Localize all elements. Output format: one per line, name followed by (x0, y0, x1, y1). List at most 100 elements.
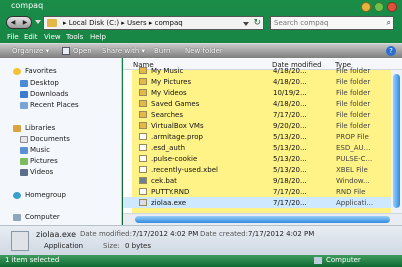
file-row[interactable]: Saved Games 4/18/20... File folder (123, 98, 402, 109)
nav-documents[interactable]: Documents (30, 135, 70, 143)
file-type: Applicati... (336, 199, 374, 207)
file-row[interactable]: .esd_auth 5/13/20... ESD_AU... (123, 142, 402, 153)
organize-button[interactable]: Organize ▾ (12, 47, 49, 55)
file-row[interactable]: ziolaa.exe 7/17/20... Applicati... (123, 197, 402, 208)
open-button[interactable]: Open (73, 47, 92, 55)
exe-icon (139, 199, 147, 206)
file-row[interactable]: My Music 4/18/20... File folder (123, 65, 402, 76)
maximize-button[interactable] (374, 2, 384, 12)
address-row: ◀ ▶ ▸ Local Disk (C:) ▸ Users ▸ compaq ↻… (0, 14, 402, 32)
file-type: RND File (336, 188, 366, 196)
breadcrumb[interactable]: ▸ Local Disk (C:) ▸ Users ▸ compaq (63, 19, 183, 27)
file-row[interactable]: PUTTY.RND 7/17/20... RND File (123, 186, 402, 197)
menu-file[interactable]: File (7, 33, 19, 41)
computer-icon (13, 214, 21, 221)
computer-icon (314, 257, 322, 264)
downloads-icon (20, 91, 28, 98)
folder-icon (139, 111, 147, 118)
file-name: .pulse-cookie (151, 155, 198, 163)
navigation-pane: Favorites Desktop Downloads Recent Place… (0, 58, 122, 225)
search-icon[interactable]: ⌕ (387, 18, 391, 28)
file-type: File folder (336, 67, 371, 75)
file-row[interactable]: VirtualBox VMs 9/20/20... File folder (123, 120, 402, 131)
libraries-icon (13, 125, 21, 132)
file-type: PROP File (336, 133, 369, 141)
search-box[interactable]: ⌕ (270, 16, 394, 30)
nav-downloads[interactable]: Downloads (30, 90, 68, 98)
file-type: File folder (336, 78, 371, 86)
horizontal-scroll-thumb[interactable] (135, 216, 390, 223)
close-button[interactable] (387, 2, 397, 12)
menu-tools[interactable]: Tools (66, 33, 83, 41)
file-type: File folder (336, 100, 371, 108)
bat-icon (139, 177, 147, 184)
file-name: Searches (151, 111, 184, 119)
vertical-scrollbar[interactable] (391, 70, 402, 213)
nav-libraries[interactable]: Libraries (25, 124, 55, 132)
folder-icon (139, 67, 147, 74)
nav-recent-places[interactable]: Recent Places (30, 101, 79, 109)
chevron-down-icon[interactable] (243, 22, 249, 26)
file-name: .armitage.prop (151, 133, 203, 141)
file-name: My Videos (151, 89, 187, 97)
file-icon (139, 155, 147, 162)
address-bar[interactable]: ▸ Local Disk (C:) ▸ Users ▸ compaq ↻ (43, 16, 264, 30)
nav-videos[interactable]: Videos (30, 168, 53, 176)
horizontal-scrollbar[interactable] (123, 213, 402, 225)
file-row[interactable]: My Videos 10/19/2... File folder (123, 87, 402, 98)
details-created-value: 7/17/2012 4:02 PM (248, 230, 315, 238)
command-bar: Organize ▾ Open Share with ▾ Burn New fo… (0, 43, 402, 58)
back-arrow-icon[interactable]: ◀ (11, 19, 16, 26)
file-row[interactable]: .recently-used.xbel 5/13/20... XBEL File (123, 164, 402, 175)
burn-button[interactable]: Burn (154, 47, 170, 55)
file-type: File folder (336, 111, 371, 119)
recent-places-icon (20, 102, 28, 109)
forward-arrow-icon[interactable]: ▶ (23, 19, 28, 26)
file-name: ziolaa.exe (151, 199, 187, 207)
details-created-label: Date created: (200, 230, 248, 238)
status-location: Computer (326, 256, 361, 264)
window-title: compaq (11, 1, 44, 10)
nav-homegroup[interactable]: Homegroup (25, 191, 66, 199)
new-folder-button[interactable]: New folder (185, 47, 223, 55)
file-type: Window... (336, 177, 370, 185)
nav-desktop[interactable]: Desktop (30, 79, 59, 87)
details-size-label: Size: (103, 242, 120, 250)
nav-computer[interactable]: Computer (25, 213, 60, 221)
file-date: 4/18/20... (273, 67, 307, 75)
file-rows: My Music 4/18/20... File folder My Pictures… (123, 67, 402, 213)
pictures-icon (20, 158, 28, 165)
file-row[interactable]: .armitage.prop 5/13/20... PROP File (123, 131, 402, 142)
details-kind: Application (44, 242, 84, 250)
documents-icon (20, 136, 28, 143)
vertical-scroll-thumb[interactable] (393, 74, 400, 208)
nav-favorites[interactable]: Favorites (25, 67, 57, 75)
help-icon[interactable]: ? (386, 46, 396, 56)
menu-help[interactable]: Help (90, 33, 106, 41)
open-icon[interactable] (62, 47, 70, 55)
file-date: 5/13/20... (273, 155, 307, 163)
menu-bar: File Edit View Tools Help (0, 32, 402, 43)
search-input[interactable] (274, 18, 374, 28)
minimize-button[interactable] (361, 2, 371, 12)
folder-icon (139, 78, 147, 85)
file-date: 9/20/20... (273, 122, 307, 130)
share-with-button[interactable]: Share with ▾ (102, 47, 145, 55)
file-icon (139, 188, 147, 195)
nav-pictures[interactable]: Pictures (30, 157, 58, 165)
menu-edit[interactable]: Edit (24, 33, 38, 41)
file-row[interactable]: Searches 7/17/20... File folder (123, 109, 402, 120)
file-row[interactable]: My Pictures 4/18/20... File folder (123, 76, 402, 87)
file-type: XBEL File (336, 166, 368, 174)
file-row[interactable]: cek.bat 9/18/20... Window... (123, 175, 402, 186)
file-row[interactable]: .pulse-cookie 5/13/20... PULSE-C... (123, 153, 402, 164)
recent-pages-dropdown-icon[interactable] (35, 20, 41, 24)
folder-icon (139, 100, 147, 107)
menu-view[interactable]: View (44, 33, 61, 41)
nav-music[interactable]: Music (30, 146, 50, 154)
file-type: File folder (336, 122, 371, 130)
status-bar: 1 item selected Computer (0, 255, 402, 267)
file-name: Saved Games (151, 100, 200, 108)
refresh-icon[interactable]: ↻ (253, 18, 261, 28)
file-name: .esd_auth (151, 144, 186, 152)
